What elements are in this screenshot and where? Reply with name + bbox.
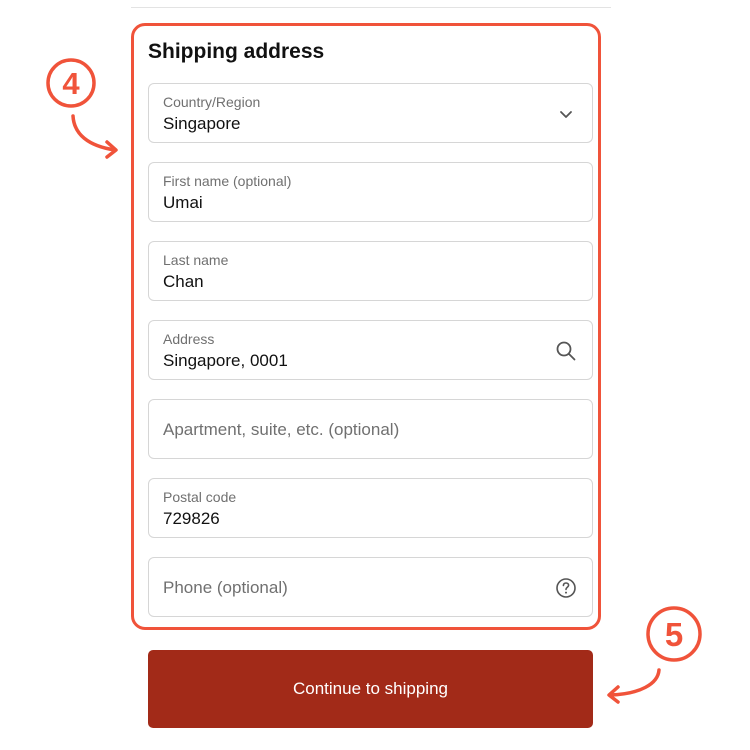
country-region-label: Country/Region [163, 94, 261, 110]
step-4-number: 4 [62, 66, 80, 101]
first-name-label: First name (optional) [163, 173, 292, 189]
search-icon[interactable] [554, 339, 578, 363]
phone-field[interactable]: Phone (optional) [148, 557, 593, 617]
shipping-address-title: Shipping address [148, 40, 325, 63]
arrow-curved-left-icon [608, 668, 661, 697]
continue-to-shipping-button[interactable]: Continue to shipping [148, 650, 593, 728]
first-name-field[interactable]: First name (optional) Umai [148, 162, 593, 222]
country-region-select[interactable]: Country/Region Singapore [148, 83, 593, 143]
step-4-annotation: 4 [46, 58, 118, 159]
address-label: Address [163, 331, 215, 347]
address-field[interactable]: Address Singapore, 0001 [148, 320, 593, 380]
postal-code-value: 729826 [163, 509, 220, 528]
last-name-label: Last name [163, 252, 229, 268]
postal-code-field[interactable]: Postal code 729826 [148, 478, 593, 538]
chevron-down-icon [560, 111, 572, 118]
last-name-value: Chan [163, 272, 204, 291]
first-name-value: Umai [163, 193, 203, 212]
checkout-page: Shipping address Country/Region Singapor… [0, 0, 750, 750]
step-5-number: 5 [665, 616, 683, 653]
help-circle-icon[interactable] [554, 576, 578, 600]
apartment-placeholder: Apartment, suite, etc. (optional) [163, 420, 400, 439]
postal-code-label: Postal code [163, 489, 237, 505]
address-value: Singapore, 0001 [163, 351, 288, 370]
top-divider [131, 7, 611, 8]
apartment-field[interactable]: Apartment, suite, etc. (optional) [148, 399, 593, 459]
country-region-value: Singapore [163, 114, 241, 133]
step-5-annotation: 5 [607, 606, 702, 704]
phone-placeholder: Phone (optional) [163, 578, 288, 597]
last-name-field[interactable]: Last name Chan [148, 241, 593, 301]
